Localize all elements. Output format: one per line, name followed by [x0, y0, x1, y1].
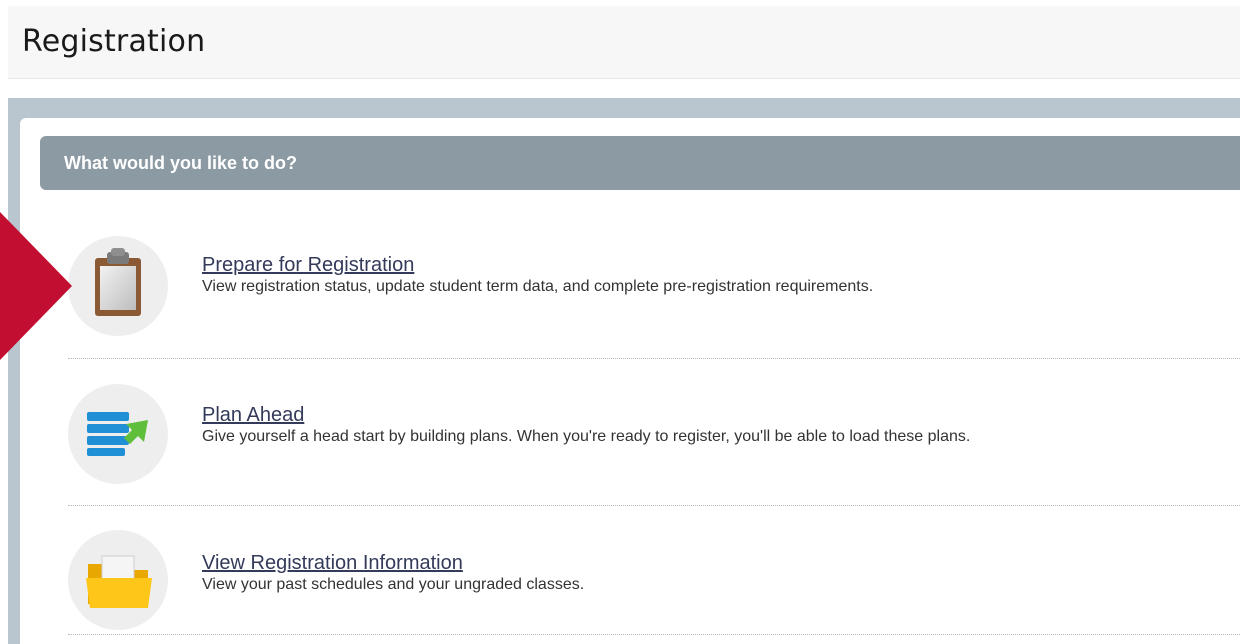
prepare-for-registration-link[interactable]: Prepare for Registration	[202, 254, 414, 277]
prepare-for-registration-description: View registration status, update student…	[202, 278, 874, 295]
section-title: What would you like to do?	[64, 153, 297, 173]
plan-ahead-description: Give yourself a head start by building p…	[202, 428, 971, 445]
view-registration-information-description: View your past schedules and your ungrad…	[202, 576, 585, 593]
list-item-view-registration: View Registration Information View your …	[68, 506, 1240, 635]
view-registration-information-link[interactable]: View Registration Information	[202, 552, 463, 575]
plan-list-icon	[68, 384, 168, 484]
highlight-arrow-icon	[0, 212, 72, 360]
page-title: Registration	[22, 24, 206, 59]
page-header: Registration	[8, 6, 1240, 79]
section-header: What would you like to do?	[40, 136, 1240, 190]
folder-icon	[68, 530, 168, 630]
clipboard-icon	[68, 236, 168, 336]
registration-panel: What would you like to do? Prepare for R…	[20, 118, 1240, 644]
registration-frame: What would you like to do? Prepare for R…	[8, 98, 1240, 644]
list-item-plan-ahead: Plan Ahead Give yourself a head start by…	[68, 359, 1240, 506]
list-item-prepare: Prepare for Registration View registrati…	[68, 216, 1240, 359]
plan-ahead-link[interactable]: Plan Ahead	[202, 404, 304, 427]
